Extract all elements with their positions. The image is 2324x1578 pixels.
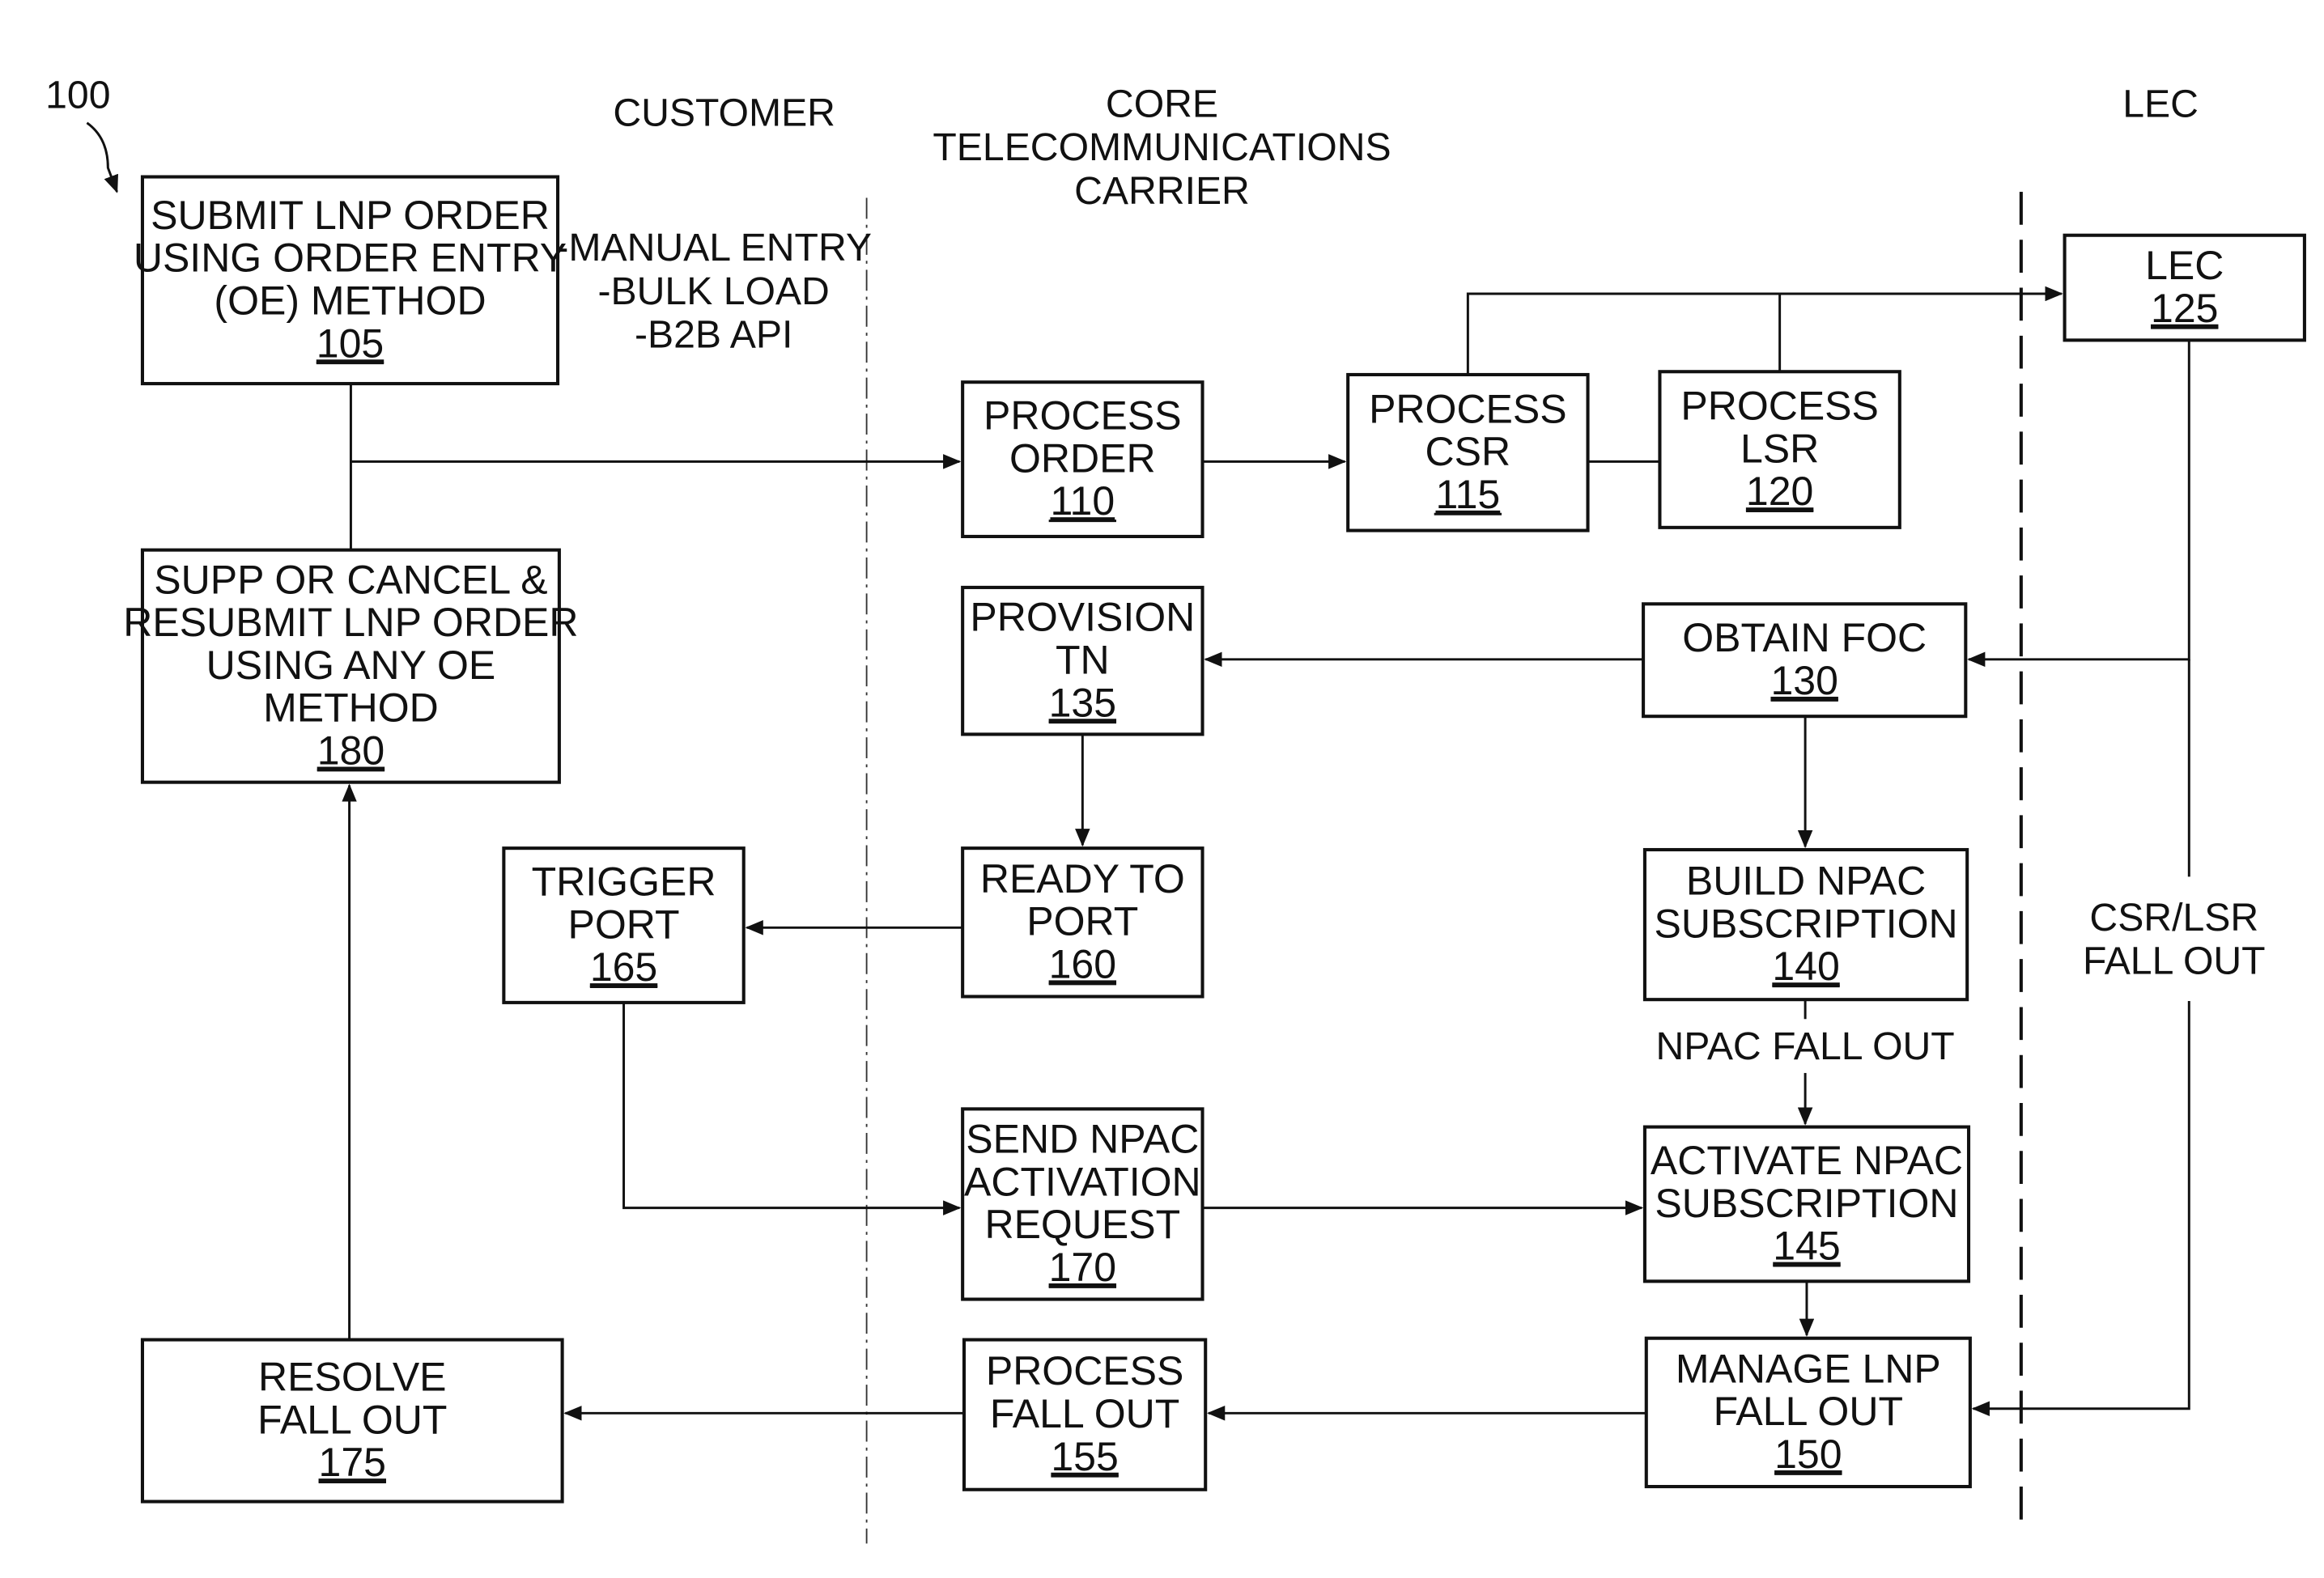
process-box-number: 155: [1051, 1434, 1118, 1479]
process-box-115: PROCESSCSR115: [1346, 372, 1590, 532]
process-box-label: TRIGGER: [532, 859, 716, 905]
process-box-160: READY TOPORT160: [961, 846, 1204, 999]
process-box-label: BUILD NPAC: [1686, 859, 1926, 904]
process-box-label: PROCESS: [1680, 384, 1879, 429]
figure-reference-number: 100: [45, 73, 110, 117]
process-box-label: SUBSCRIPTION: [1654, 901, 1957, 946]
lnp-order-flow-diagram: 100 CUSTOMER CORE TELECOMMUNICATIONS CAR…: [45, 73, 2306, 1544]
edge-125-150: [1971, 1001, 2190, 1416]
process-box-number: 150: [1774, 1432, 1842, 1477]
process-box-155: PROCESSFALL OUT155: [962, 1338, 1208, 1491]
process-box-number: 130: [1770, 658, 1838, 703]
process-box-label: PORT: [1026, 899, 1138, 944]
process-box-label: READY TO: [980, 856, 1185, 901]
lane-header-core-line-2: TELECOMMUNICATIONS: [933, 125, 1391, 169]
process-box-number: 105: [317, 320, 384, 366]
process-box-number: 110: [1050, 478, 1115, 524]
oe-method-bulk: -BULK LOAD: [598, 269, 830, 313]
process-box-110: PROCESSORDER110: [961, 380, 1204, 538]
process-box-105: SUBMIT LNP ORDERUSING ORDER ENTRY(OE) ME…: [134, 175, 567, 386]
process-box-number: 120: [1746, 469, 1813, 514]
process-box-label: USING ANY OE: [206, 643, 496, 688]
process-box-number: 170: [1049, 1245, 1116, 1290]
process-box-number: 125: [2151, 286, 2218, 331]
process-box-label: FALL OUT: [990, 1391, 1179, 1436]
process-box-label: MANAGE LNP: [1676, 1346, 1941, 1391]
process-box-label: METHOD: [263, 685, 439, 731]
process-box-number: 145: [1773, 1224, 1840, 1269]
process-box-140: BUILD NPACSUBSCRIPTION140: [1642, 847, 1969, 1002]
edge-115-125: [1466, 286, 2063, 375]
process-box-number: 135: [1049, 680, 1116, 725]
lane-header-core-line-3: CARRIER: [1074, 169, 1250, 213]
process-box-label: TN: [1056, 638, 1110, 683]
oe-method-b2b: -B2B API: [635, 313, 792, 357]
process-box-145: ACTIVATE NPACSUBSCRIPTION145: [1642, 1125, 1971, 1283]
process-box-150: MANAGE LNPFALL OUT150: [1644, 1336, 1972, 1489]
process-box-number: 140: [1772, 944, 1839, 989]
process-box-label: ORDER: [1009, 435, 1156, 481]
process-box-135: PROVISIONTN135: [961, 585, 1204, 736]
csr-lsr-fall-out-label-2: FALL OUT: [2083, 940, 2266, 983]
process-box-label: PROCESS: [984, 393, 1182, 439]
lane-header-core-line-1: CORE: [1106, 82, 1218, 125]
process-box-165: TRIGGERPORT165: [502, 846, 746, 1004]
process-box-label: PROVISION: [970, 595, 1195, 640]
process-box-label: SEND NPAC: [966, 1117, 1199, 1162]
process-box-label: REQUEST: [984, 1202, 1180, 1247]
process-box-label: PROCESS: [986, 1348, 1184, 1393]
process-box-label: FALL OUT: [257, 1397, 447, 1442]
process-box-label: RESOLVE: [258, 1355, 447, 1400]
process-box-label: OBTAIN FOC: [1682, 615, 1927, 660]
edge-125-130: [1967, 340, 2190, 668]
process-box-label: CSR: [1425, 429, 1511, 474]
lane-header-lec: LEC: [2122, 82, 2199, 125]
process-box-125: LEC125: [2063, 233, 2306, 342]
process-box-label: PROCESS: [1369, 386, 1567, 431]
process-box-180: SUPP OR CANCEL &RESUBMIT LNP ORDERUSING …: [123, 548, 579, 784]
process-box-label: SUBSCRIPTION: [1655, 1181, 1958, 1226]
process-box-170: SEND NPACACTIVATIONREQUEST170: [961, 1107, 1204, 1301]
process-box-number: 180: [317, 728, 385, 774]
process-box-label: SUBMIT LNP ORDER: [151, 193, 550, 238]
figure-reference-arrow: [86, 121, 118, 193]
npac-fall-out-label: NPAC FALL OUT: [1656, 1024, 1955, 1068]
process-box-label: FALL OUT: [1714, 1389, 1903, 1434]
process-box-number: 115: [1435, 472, 1500, 517]
oe-method-manual: -MANUAL ENTRY: [555, 226, 872, 269]
process-box-label: LSR: [1740, 426, 1819, 471]
process-box-130: OBTAIN FOC130: [1642, 602, 1968, 719]
edge-165-170: [622, 1002, 962, 1215]
process-box-label: RESUBMIT LNP ORDER: [123, 600, 578, 645]
process-box-label: PORT: [568, 901, 680, 947]
process-box-label: ACTIVATION: [964, 1159, 1201, 1204]
csr-lsr-fall-out-label-1: CSR/LSR: [2089, 896, 2258, 940]
process-box-label: LEC: [2145, 243, 2224, 288]
process-box-number: 175: [319, 1440, 386, 1485]
process-box-label: (OE) METHOD: [214, 278, 486, 324]
process-box-175: RESOLVEFALL OUT175: [140, 1338, 564, 1504]
lane-header-customer: CUSTOMER: [613, 91, 835, 135]
process-boxes: SUBMIT LNP ORDERUSING ORDER ENTRY(OE) ME…: [123, 175, 2306, 1504]
process-box-label: ACTIVATE NPAC: [1651, 1138, 1963, 1183]
process-box-number: 160: [1049, 941, 1116, 986]
process-box-number: 165: [590, 944, 657, 990]
process-box-label: USING ORDER ENTRY: [134, 235, 567, 281]
process-box-120: PROCESSLSR120: [1658, 370, 1901, 529]
process-box-label: SUPP OR CANCEL &: [154, 557, 547, 602]
